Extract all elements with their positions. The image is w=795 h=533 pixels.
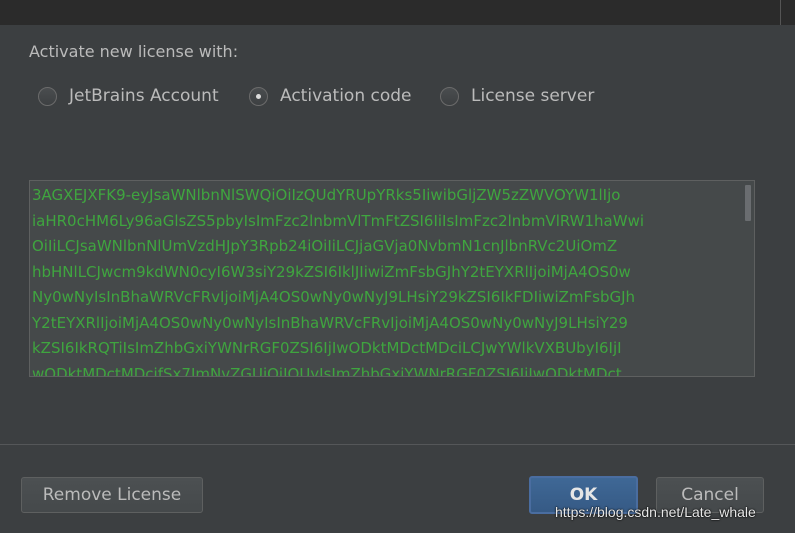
radio-activation-code[interactable]: Activation code (249, 83, 412, 109)
radio-jetbrains-account[interactable]: JetBrains Account (38, 83, 219, 109)
radio-label-activation-code: Activation code (280, 86, 412, 106)
activate-label: Activate new license with: (29, 42, 239, 61)
watermark-text: https://blog.csdn.net/Late_whale (555, 504, 756, 520)
activation-code-text[interactable]: 3AGXEJXFK9-eyJsaWNlbnNlSWQiOiIzQUdYRUpYR… (32, 183, 734, 377)
code-line: iaHR0cHM6Ly96aGlsZS5pbyIsImFzc2lnbmVlTmF… (32, 211, 645, 230)
radio-button-checked-icon[interactable] (249, 86, 268, 106)
license-dialog: Activate new license with: JetBrains Acc… (0, 0, 795, 533)
code-line: Y2tEYXRlIjoiMjA4OS0wNy0wNyIsInBhaWRVcFRv… (32, 313, 628, 332)
code-line: OiIiLCJsaWNlbnNlUmVzdHJpY3Rpb24iOiIiLCJj… (32, 237, 618, 255)
code-line: wODktMDctMDcifSx7ImNvZGUiOiJQUyIsImZhbGx… (32, 364, 622, 377)
radio-label-jetbrains-account: JetBrains Account (69, 86, 219, 106)
code-line: Ny0wNyIsInBhaWRVcFRvIjoiMjA4OS0wNy0wNyJ9… (32, 288, 636, 306)
vertical-scrollbar[interactable] (742, 181, 754, 376)
scrollbar-thumb[interactable] (745, 185, 751, 221)
radio-button-icon[interactable] (38, 86, 57, 106)
radio-label-license-server: License server (471, 86, 595, 106)
activation-code-textarea[interactable]: 3AGXEJXFK9-eyJsaWNlbnNlSWQiOiIzQUdYRUpYR… (29, 180, 755, 377)
remove-license-button[interactable]: Remove License (21, 477, 203, 513)
title-bar-strip (0, 0, 795, 25)
radio-button-icon[interactable] (440, 86, 459, 106)
code-line: hbHNlLCJwcm9kdWN0cyI6W3siY29kZSI6IklJIiw… (32, 262, 631, 281)
radio-license-server[interactable]: License server (440, 83, 594, 109)
code-line: kZSI6IkRQTiIsImZhbGxiYWNrRGF0ZSI6IjIwODk… (32, 339, 622, 357)
code-line: 3AGXEJXFK9-eyJsaWNlbnNlSWQiOiIzQUdYRUpYR… (32, 186, 621, 204)
footer-divider (0, 444, 795, 445)
